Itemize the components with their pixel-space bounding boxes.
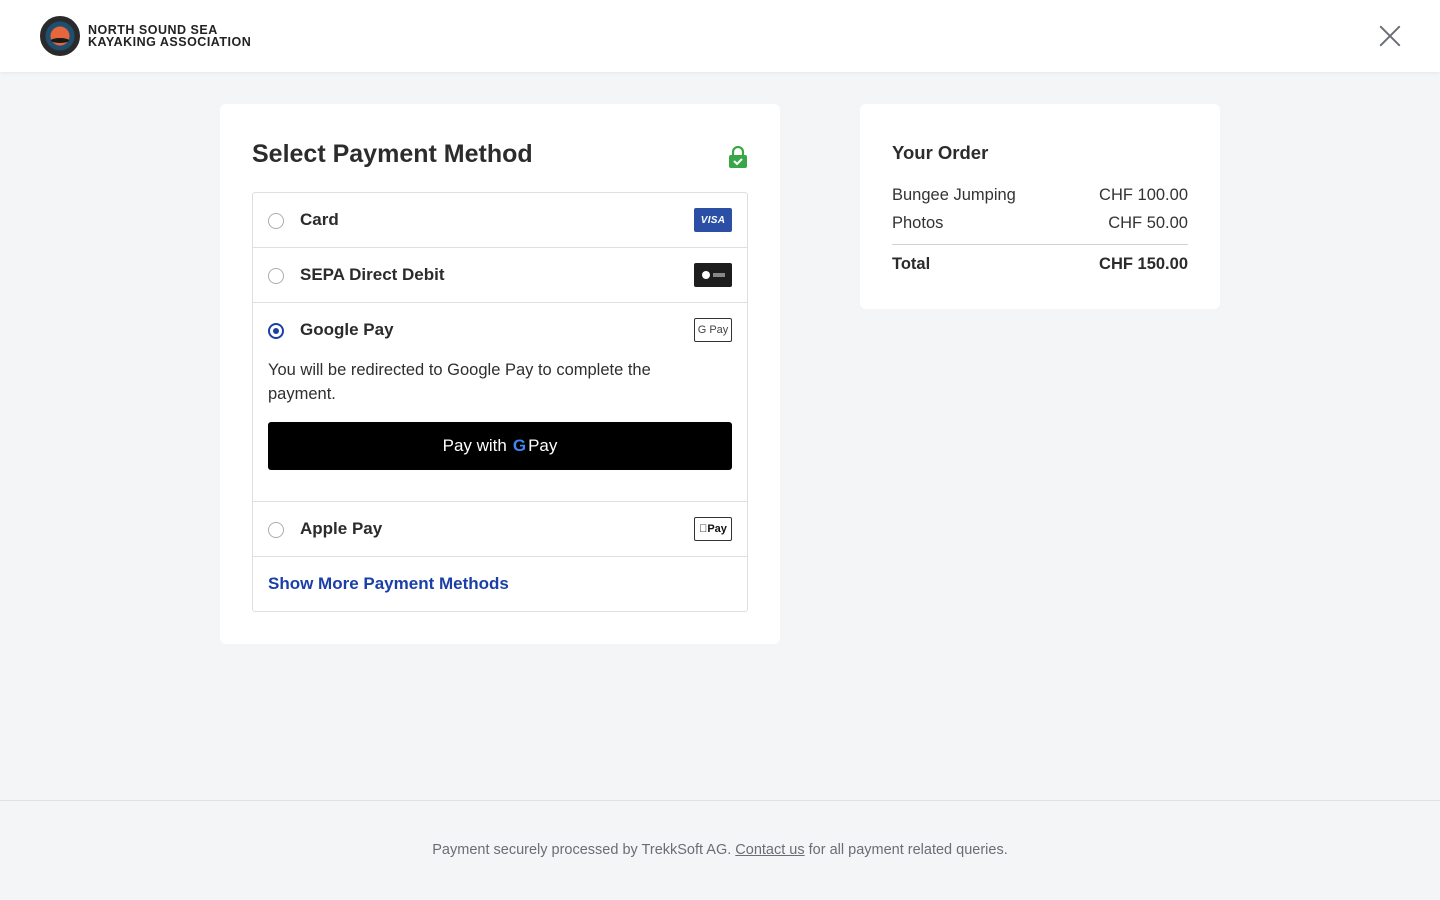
- order-item-name: Photos: [892, 214, 944, 232]
- google-pay-description: You will be redirected to Google Pay to …: [268, 361, 651, 403]
- order-item: Photos CHF 50.00: [892, 214, 1188, 233]
- radio-apple-pay[interactable]: [268, 522, 284, 538]
- top-bar: NORTH SOUND SEA KAYAKING ASSOCIATION: [0, 0, 1440, 72]
- order-item-name: Bungee Jumping: [892, 186, 1016, 204]
- order-total-value: CHF 150.00: [1099, 255, 1188, 273]
- lock-icon: [729, 146, 747, 168]
- google-pay-icon: G Pay: [694, 318, 732, 342]
- pay-with-google-pay-button[interactable]: Pay with G Pay: [268, 422, 732, 470]
- radio-google-pay[interactable]: [268, 323, 284, 339]
- apple-pay-icon: Pay: [694, 517, 732, 541]
- payment-methods-list: Card VISA SEPA Direct Debit Google Pay G…: [252, 192, 748, 612]
- payment-option-sepa[interactable]: SEPA Direct Debit: [253, 248, 747, 303]
- payment-option-apple-pay[interactable]: Apple Pay Pay: [253, 502, 747, 557]
- method-label: Google Pay: [300, 320, 394, 339]
- payment-option-card[interactable]: Card VISA: [253, 193, 747, 248]
- gpay-button-suffix: Pay: [528, 436, 558, 455]
- kayak-association-logo: [40, 16, 80, 56]
- contact-us-link[interactable]: Contact us: [735, 842, 804, 858]
- brand-name-line2: KAYAKING ASSOCIATION: [88, 35, 252, 49]
- sepa-icon: [694, 263, 732, 287]
- payment-option-google-pay[interactable]: Google Pay G Pay You will be redirected …: [253, 303, 747, 502]
- order-summary-card: Your Order Bungee Jumping CHF 100.00 Pho…: [860, 104, 1220, 309]
- page-title: Select Payment Method: [252, 140, 533, 168]
- order-total-label: Total: [892, 255, 931, 273]
- order-total-row: Total CHF 150.00: [892, 255, 1188, 274]
- google-g-icon: G: [513, 436, 526, 456]
- radio-sepa[interactable]: [268, 268, 284, 284]
- footer: Payment securely processed by TrekkSoft …: [0, 800, 1440, 900]
- close-icon[interactable]: [1376, 22, 1404, 50]
- radio-card[interactable]: [268, 213, 284, 229]
- method-label: Apple Pay: [300, 519, 383, 538]
- order-item: Bungee Jumping CHF 100.00: [892, 186, 1188, 205]
- footer-text-after: for all payment related queries.: [808, 842, 1008, 858]
- visa-icon: VISA: [694, 208, 732, 232]
- brand-name: NORTH SOUND SEA KAYAKING ASSOCIATION: [88, 24, 252, 49]
- method-label: SEPA Direct Debit: [300, 265, 445, 284]
- method-label: Card: [300, 210, 339, 229]
- payment-method-card: Select Payment Method Card VISA SEPA Dir…: [220, 104, 780, 644]
- show-more-payment-methods-link[interactable]: Show More Payment Methods: [268, 574, 509, 594]
- google-g-letter: G: [512, 436, 527, 455]
- footer-text-before: Payment securely processed by TrekkSoft …: [432, 842, 732, 858]
- order-title: Your Order: [892, 142, 989, 163]
- more-methods-row: Show More Payment Methods: [253, 557, 747, 611]
- brand[interactable]: NORTH SOUND SEA KAYAKING ASSOCIATION: [40, 16, 251, 56]
- order-item-price: CHF 100.00: [1099, 186, 1188, 204]
- footer-text: Payment securely processed by TrekkSoft …: [0, 842, 1440, 858]
- gpay-button-prefix: Pay with: [442, 436, 507, 455]
- order-item-price: CHF 50.00: [1108, 214, 1188, 232]
- order-divider: [892, 244, 1188, 245]
